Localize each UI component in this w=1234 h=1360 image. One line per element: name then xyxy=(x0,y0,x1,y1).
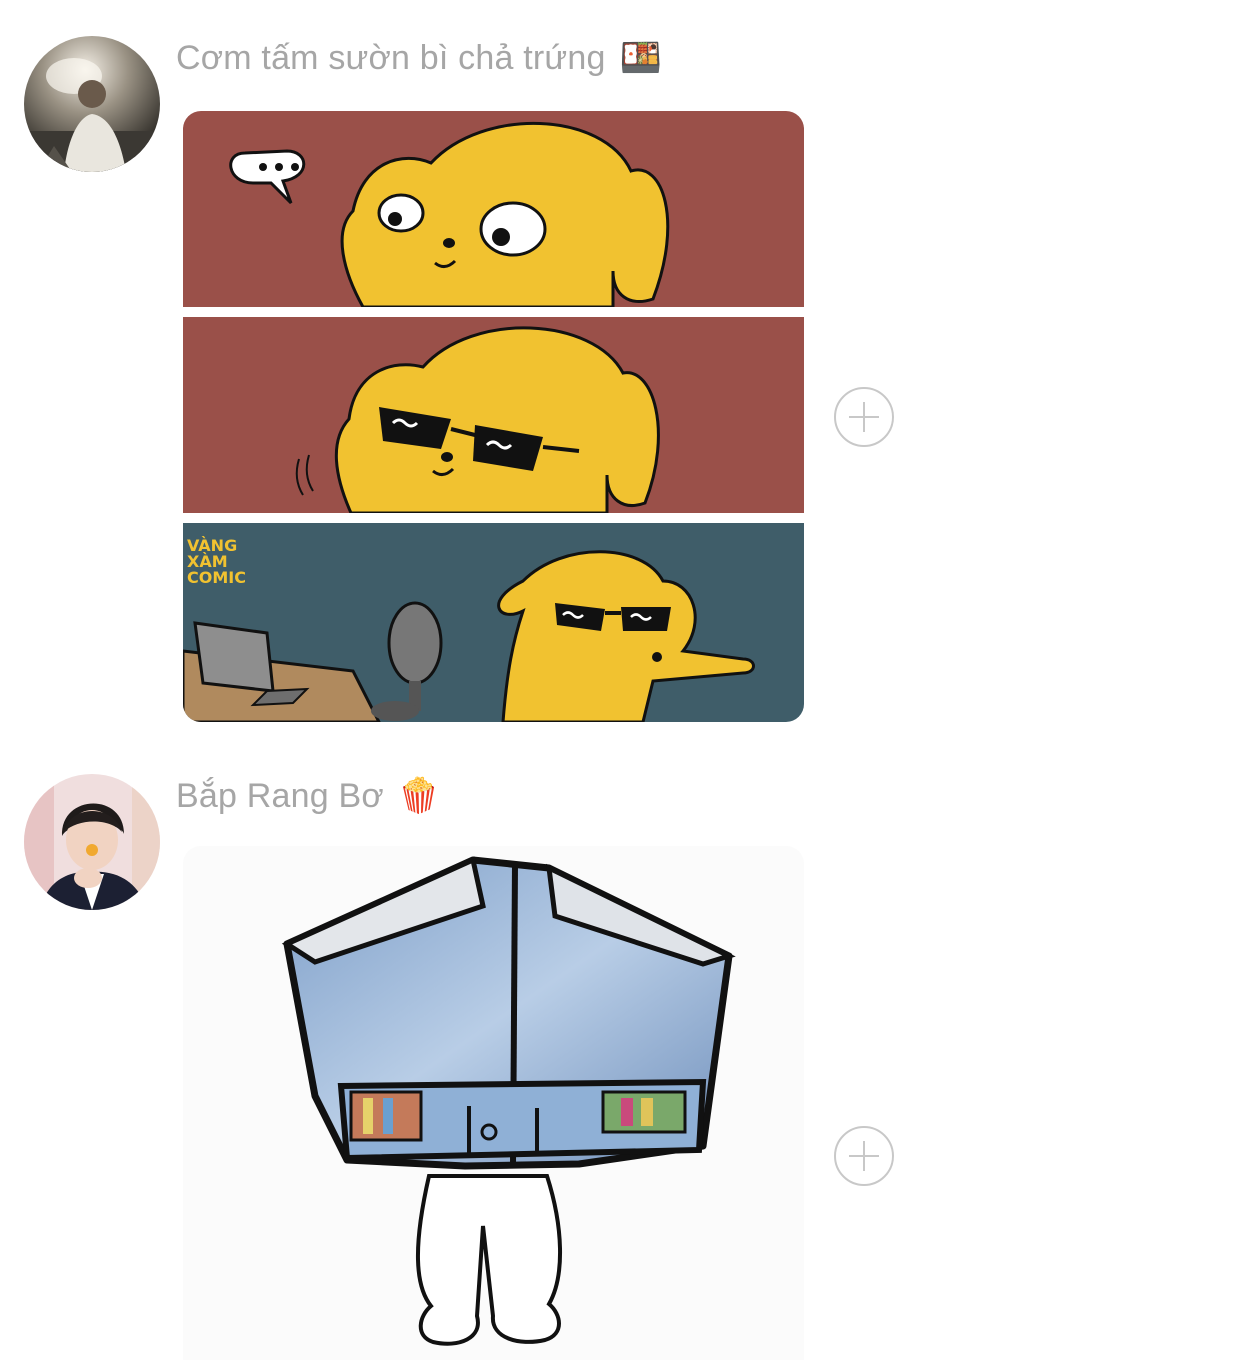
sender-emoji: 🍿 xyxy=(397,777,441,815)
svg-text:COMIC: COMIC xyxy=(187,568,246,587)
chat-thread: Cơm tấm sườn bì chả trứng 🍱 VÀNG XÀM COM… xyxy=(0,0,1234,1360)
add-reaction-button[interactable] xyxy=(834,1126,894,1186)
add-reaction-button[interactable] xyxy=(834,387,894,447)
sender-name-row: Cơm tấm sườn bì chả trứng 🍱 xyxy=(176,38,662,78)
comic-panel-2 xyxy=(183,317,804,515)
sender-name: Bắp Rang Bơ xyxy=(176,776,384,815)
sender-avatar[interactable] xyxy=(24,774,160,910)
profile-photo-icon xyxy=(24,774,160,910)
comic-image: VÀNG XÀM COMIC xyxy=(183,111,804,722)
profile-photo-icon xyxy=(24,36,160,172)
comic-panel-3: VÀNG XÀM COMIC xyxy=(183,523,804,722)
image-attachment[interactable]: VÀNG XÀM COMIC xyxy=(183,111,804,722)
sender-avatar[interactable] xyxy=(24,36,160,172)
sticker-image xyxy=(183,846,804,1360)
sender-name-row: Bắp Rang Bơ 🍿 xyxy=(176,776,440,816)
sender-emoji: 🍱 xyxy=(619,39,663,77)
comic-panel-1 xyxy=(183,111,804,309)
sender-name: Cơm tấm sườn bì chả trứng xyxy=(176,38,606,77)
image-attachment[interactable] xyxy=(183,846,804,1360)
